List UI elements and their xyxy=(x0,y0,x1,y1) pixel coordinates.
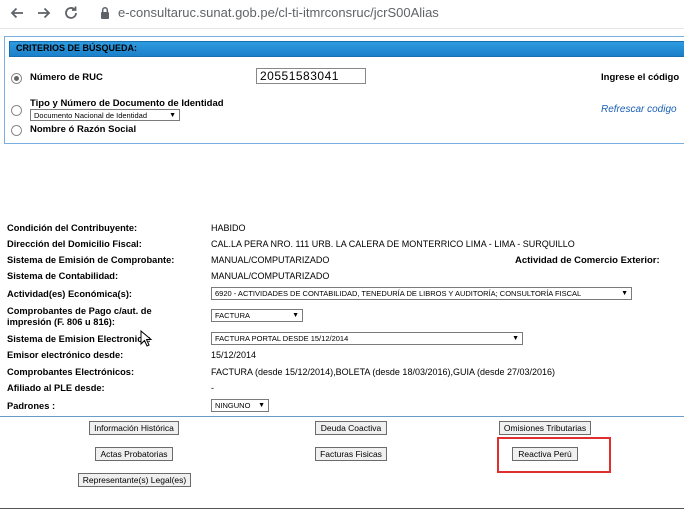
ple-label: Afiliado al PLE desde: xyxy=(7,383,105,393)
refresh-code-link[interactable]: Refrescar codigo xyxy=(601,104,677,115)
representantes-legales-button[interactable]: Representante(s) Legal(es) xyxy=(78,473,191,487)
comprobantes-label-line2: impresión (F. 806 u 816): xyxy=(7,317,115,327)
informacion-historica-button[interactable]: Información Histórica xyxy=(89,421,179,435)
document-type-select[interactable]: Documento Nacional de Identidad ▼ xyxy=(30,109,180,121)
sistema-electronica-select[interactable]: FACTURA PORTAL DESDE 15/12/2014 ▼ xyxy=(211,332,523,345)
highlight-box xyxy=(497,437,611,473)
padrones-select[interactable]: NINGUNO ▼ xyxy=(211,399,269,412)
chevron-down-icon: ▼ xyxy=(621,290,628,297)
emisor-label: Emisor electrónico desde: xyxy=(7,350,124,360)
direccion-label: Dirección del Domicilio Fiscal: xyxy=(7,239,142,249)
radio-ruc[interactable] xyxy=(11,73,22,84)
comp-electronicos-value: FACTURA (desde 15/12/2014),BOLETA (desde… xyxy=(211,367,556,377)
emision-label: Sistema de Emisión de Comprobante: xyxy=(7,255,175,265)
forward-arrow-icon[interactable] xyxy=(36,5,52,21)
address-bar[interactable]: e-consultaruc.sunat.gob.pe/cl-ti-itmrcon… xyxy=(118,5,439,20)
sistema-electronica-value: FACTURA PORTAL DESDE 15/12/2014 xyxy=(215,334,349,343)
chevron-down-icon: ▼ xyxy=(169,112,176,119)
comprobantes-value: FACTURA xyxy=(215,311,251,320)
comp-electronicos-label: Comprobantes Electrónicos: xyxy=(7,367,135,377)
chevron-down-icon: ▼ xyxy=(512,335,519,342)
padrones-label: Padrones : xyxy=(7,401,56,411)
comprobantes-select[interactable]: FACTURA ▼ xyxy=(211,309,303,322)
mouse-cursor-icon xyxy=(140,330,153,347)
ple-value: - xyxy=(211,383,214,393)
padrones-value: NINGUNO xyxy=(215,401,251,410)
sistema-electronica-label: Sistema de Emision Electronica: xyxy=(7,334,151,344)
emision-value: MANUAL/COMPUTARIZADO xyxy=(211,255,330,265)
emisor-value: 15/12/2014 xyxy=(211,350,257,360)
comercio-label: Actividad de Comercio Exterior: xyxy=(515,255,660,266)
condicion-value: HABIDO xyxy=(211,223,246,233)
document-label: Tipo y Número de Documento de Identidad xyxy=(30,98,224,109)
back-arrow-icon[interactable] xyxy=(9,5,25,21)
actas-probatorias-button[interactable]: Actas Probatorias xyxy=(95,447,173,461)
omisiones-tributarias-button[interactable]: Omisiones Tributarias xyxy=(499,421,591,435)
direccion-value: CAL.LA PERA NRO. 111 URB. LA CALERA DE M… xyxy=(211,239,575,249)
contabilidad-value: MANUAL/COMPUTARIZADO xyxy=(211,271,330,281)
radio-name[interactable] xyxy=(11,125,22,136)
ruc-label: Número de RUC xyxy=(30,72,103,83)
contabilidad-label: Sistema de Contabilidad: xyxy=(7,271,119,281)
chevron-down-icon: ▼ xyxy=(258,402,265,409)
captcha-label: Ingrese el código xyxy=(601,72,680,83)
comprobantes-label-line1: Comprobantes de Pago c/aut. de xyxy=(7,306,152,316)
bottom-divider xyxy=(0,508,684,509)
chevron-down-icon: ▼ xyxy=(292,312,299,319)
criteria-title: CRITERIOS DE BÚSQUEDA: xyxy=(16,43,138,53)
lock-icon[interactable] xyxy=(100,6,110,20)
name-label: Nombre ó Razón Social xyxy=(30,124,137,135)
criteria-header: CRITERIOS DE BÚSQUEDA: xyxy=(9,41,684,57)
radio-document[interactable] xyxy=(11,105,22,116)
actividad-label: Actividad(es) Económica(s): xyxy=(7,289,133,299)
deuda-coactiva-button[interactable]: Deuda Coactiva xyxy=(315,421,387,435)
document-type-value: Documento Nacional de Identidad xyxy=(34,111,147,120)
condicion-label: Condición del Contribuyente: xyxy=(7,223,138,233)
reload-icon[interactable] xyxy=(63,5,79,21)
actividad-value: 6920 - ACTIVIDADES DE CONTABILIDAD, TENE… xyxy=(215,289,582,298)
section-divider xyxy=(0,416,684,417)
browser-toolbar: e-consultaruc.sunat.gob.pe/cl-ti-itmrcon… xyxy=(0,0,684,29)
ruc-input[interactable]: 20551583041 xyxy=(256,68,366,84)
actividad-select[interactable]: 6920 - ACTIVIDADES DE CONTABILIDAD, TENE… xyxy=(211,287,632,300)
facturas-fisicas-button[interactable]: Facturas Fisicas xyxy=(315,447,387,461)
